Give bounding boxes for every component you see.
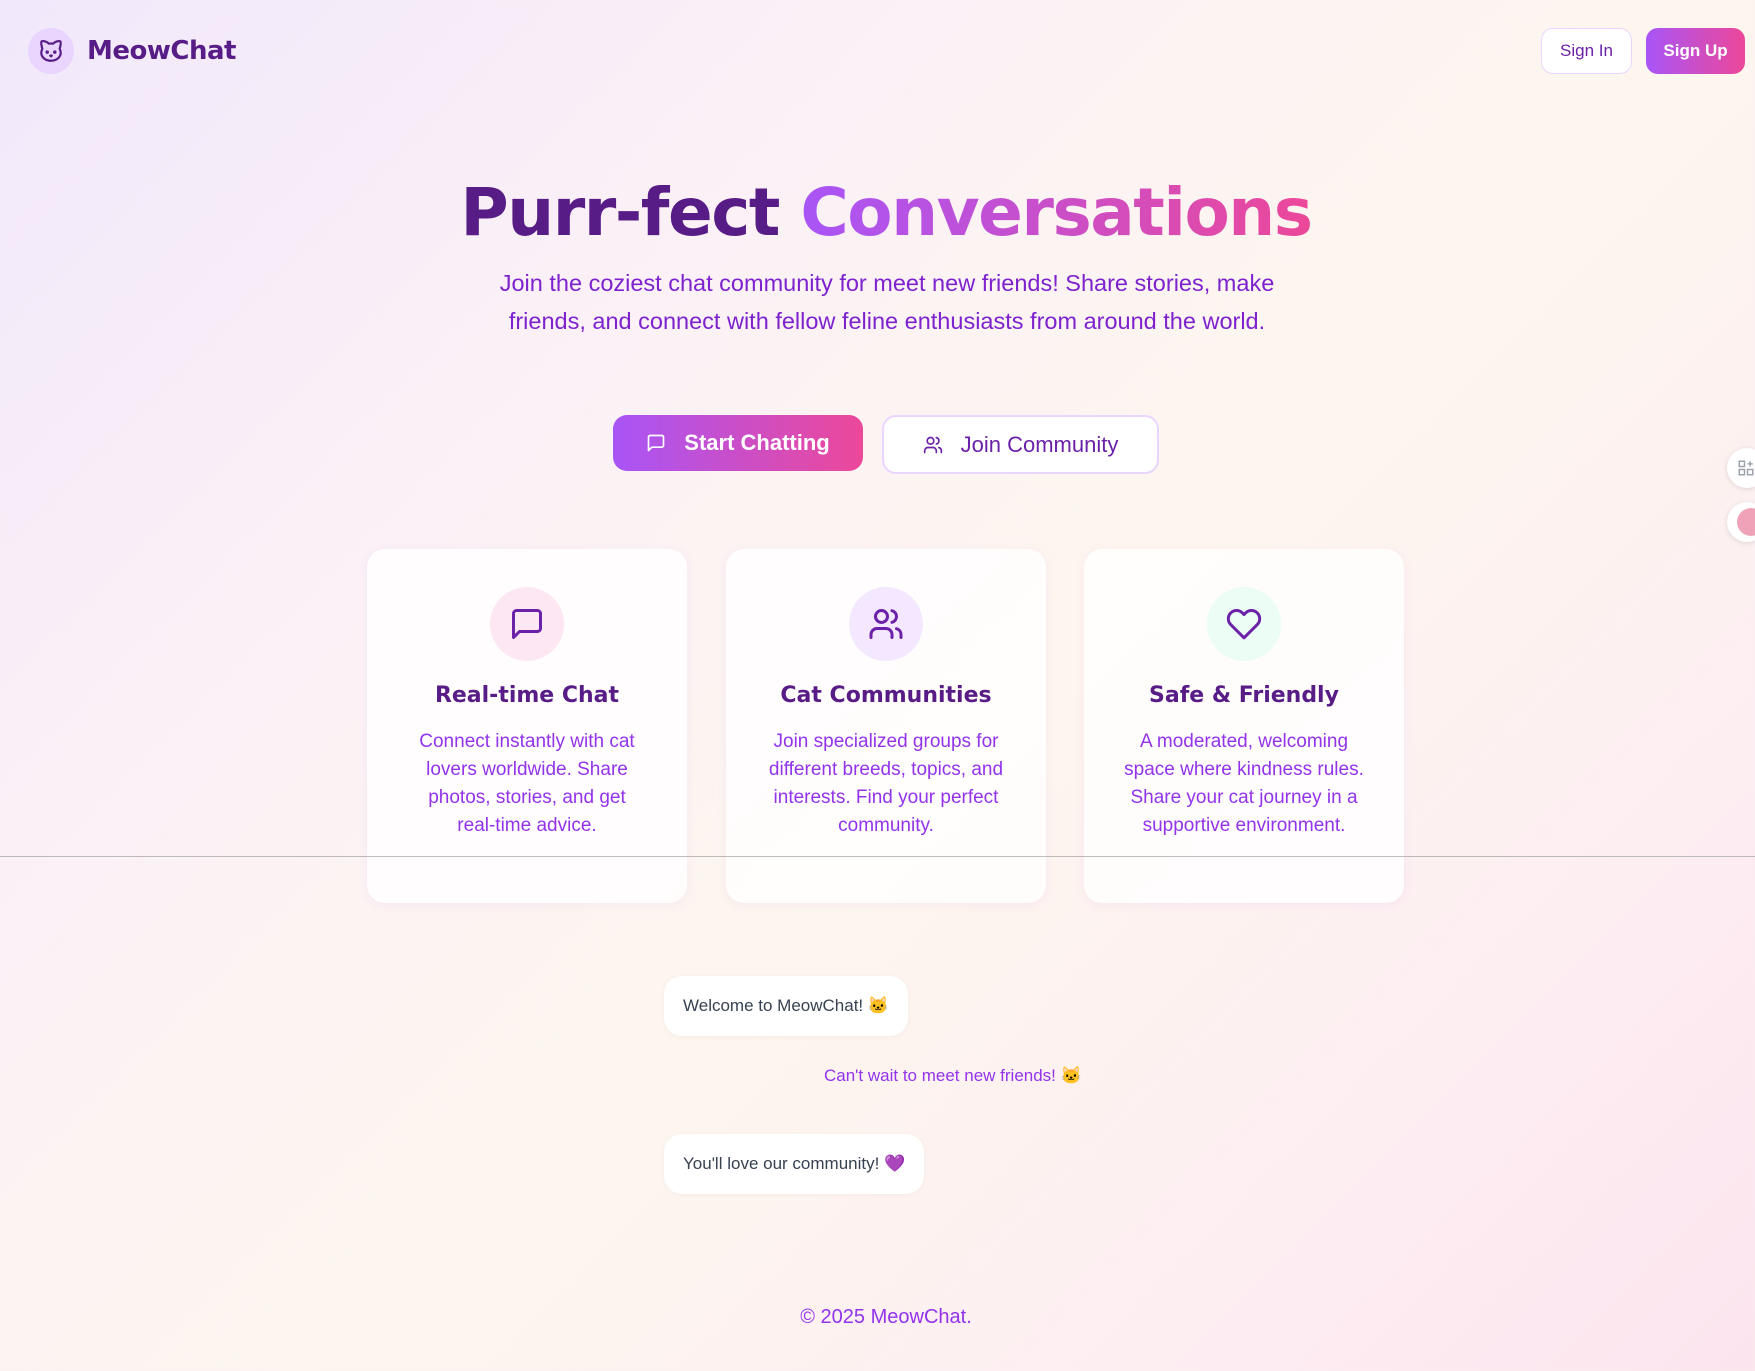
- hero-title: Purr-fect Conversations: [0, 172, 1755, 254]
- feature-title: Cat Communities: [780, 683, 992, 708]
- grid-widget-icon[interactable]: [1727, 448, 1755, 488]
- brand[interactable]: MeowChat: [28, 28, 236, 74]
- sign-up-button[interactable]: Sign Up: [1646, 28, 1745, 74]
- brand-name: MeowChat: [87, 36, 236, 66]
- top-nav: MeowChat Sign In Sign Up: [0, 0, 1755, 104]
- join-community-button[interactable]: Join Community: [882, 415, 1159, 474]
- start-chatting-label: Start Chatting: [684, 430, 830, 455]
- heart-icon: [1207, 587, 1281, 661]
- feature-description: Connect instantly with cat lovers worldw…: [419, 731, 635, 836]
- message-square-icon: [646, 433, 666, 453]
- hero-subtitle: Join the coziest chat community for meet…: [499, 270, 1275, 334]
- feature-title: Real-time Chat: [434, 683, 620, 708]
- feature-card-realtime-chat: Real-time Chat Connect instantly with ca…: [367, 549, 687, 903]
- feature-card-cat-communities: Cat Communities Join specialized groups …: [726, 549, 1046, 903]
- hero-title-part2: Conversations: [800, 174, 1313, 251]
- start-chatting-button[interactable]: Start Chatting: [613, 415, 863, 471]
- users-icon: [923, 435, 943, 455]
- join-community-label: Join Community: [960, 431, 1119, 457]
- feature-card-safe-friendly: Safe & Friendly A moderated, welcoming s…: [1084, 549, 1404, 903]
- feature-title: Safe & Friendly: [1149, 683, 1339, 708]
- chat-message-reply: Can't wait to meet new friends! 🐱: [824, 1066, 1082, 1085]
- sign-in-button[interactable]: Sign In: [1541, 28, 1632, 74]
- chat-bubble-welcome: Welcome to MeowChat! 🐱: [664, 976, 909, 1036]
- cat-icon: [28, 28, 74, 74]
- feature-description: A moderated, welcoming space where kindn…: [1124, 731, 1364, 836]
- hero-title-part1: Purr-fect: [460, 174, 780, 251]
- translate-widget-icon[interactable]: [1727, 502, 1755, 542]
- message-square-icon: [490, 587, 564, 661]
- divider: [0, 856, 1755, 857]
- chat-bubble-community: You'll love our community! 💜: [664, 1134, 925, 1194]
- footer-copyright: © 2025 MeowChat.: [800, 1306, 972, 1328]
- users-icon: [849, 587, 923, 661]
- feature-description: Join specialized groups for different br…: [768, 731, 1004, 836]
